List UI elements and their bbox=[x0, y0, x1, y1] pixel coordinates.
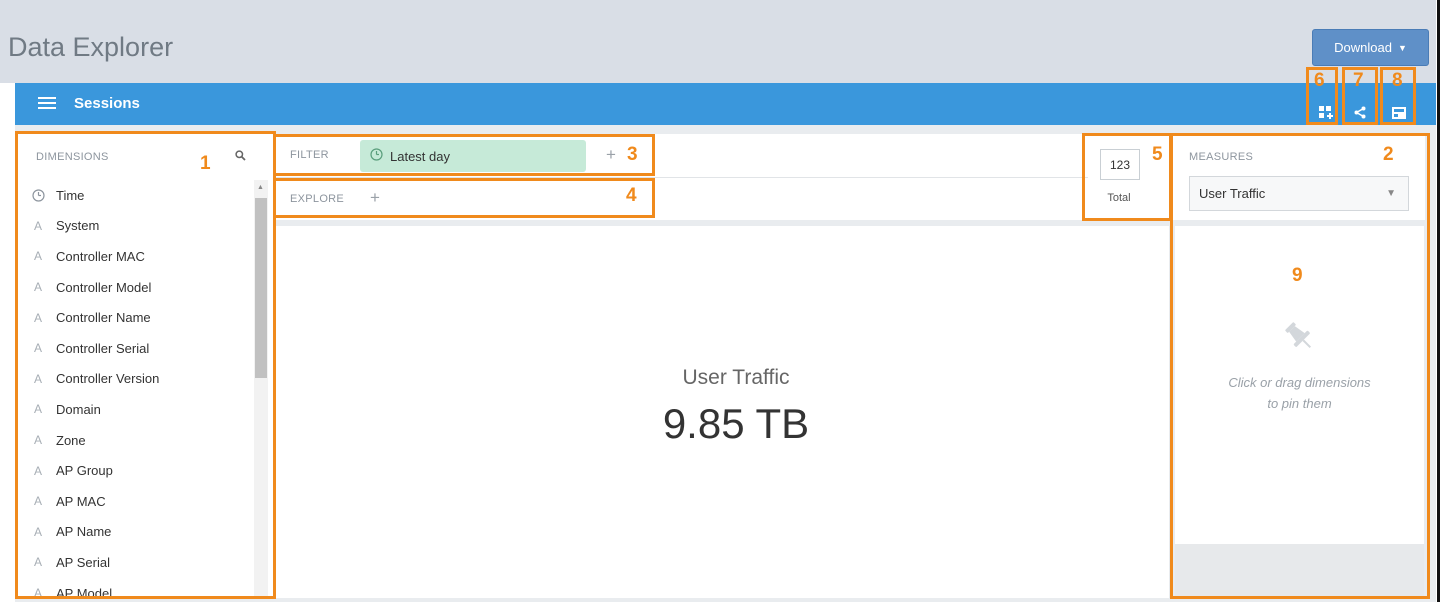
annotation-box-dimensions bbox=[15, 131, 276, 599]
annotation-number: 8 bbox=[1392, 70, 1403, 91]
annotation-number: 7 bbox=[1353, 70, 1364, 91]
annotation-number: 5 bbox=[1152, 144, 1163, 165]
caret-down-icon: ▼ bbox=[1397, 42, 1407, 53]
top-header bbox=[0, 0, 1436, 83]
app-title: Data Explorer bbox=[8, 32, 174, 62]
hamburger-menu-icon[interactable] bbox=[38, 97, 56, 110]
window-edge-line bbox=[1437, 0, 1440, 602]
download-label: Download bbox=[1334, 40, 1392, 55]
annotation-number: 2 bbox=[1383, 144, 1394, 165]
annotation-number: 9 bbox=[1292, 265, 1303, 286]
annotation-box-explore bbox=[273, 178, 655, 218]
annotation-number: 4 bbox=[626, 185, 637, 206]
cube-bar bbox=[15, 83, 1436, 125]
annotation-box-filter bbox=[273, 134, 655, 176]
annotation-number: 6 bbox=[1314, 70, 1325, 91]
cube-title[interactable]: Sessions bbox=[74, 95, 140, 112]
visualization-area: User Traffic 9.85 TB bbox=[276, 226, 1169, 598]
visualization-total-value: 9.85 TB bbox=[662, 400, 810, 447]
annotation-number: 3 bbox=[627, 144, 638, 165]
download-button[interactable]: Download ▼ bbox=[1312, 29, 1429, 66]
annotation-number: 1 bbox=[200, 153, 211, 174]
visualization-measure-title: User Traffic bbox=[682, 366, 790, 389]
annotation-box-measures bbox=[1170, 133, 1430, 599]
